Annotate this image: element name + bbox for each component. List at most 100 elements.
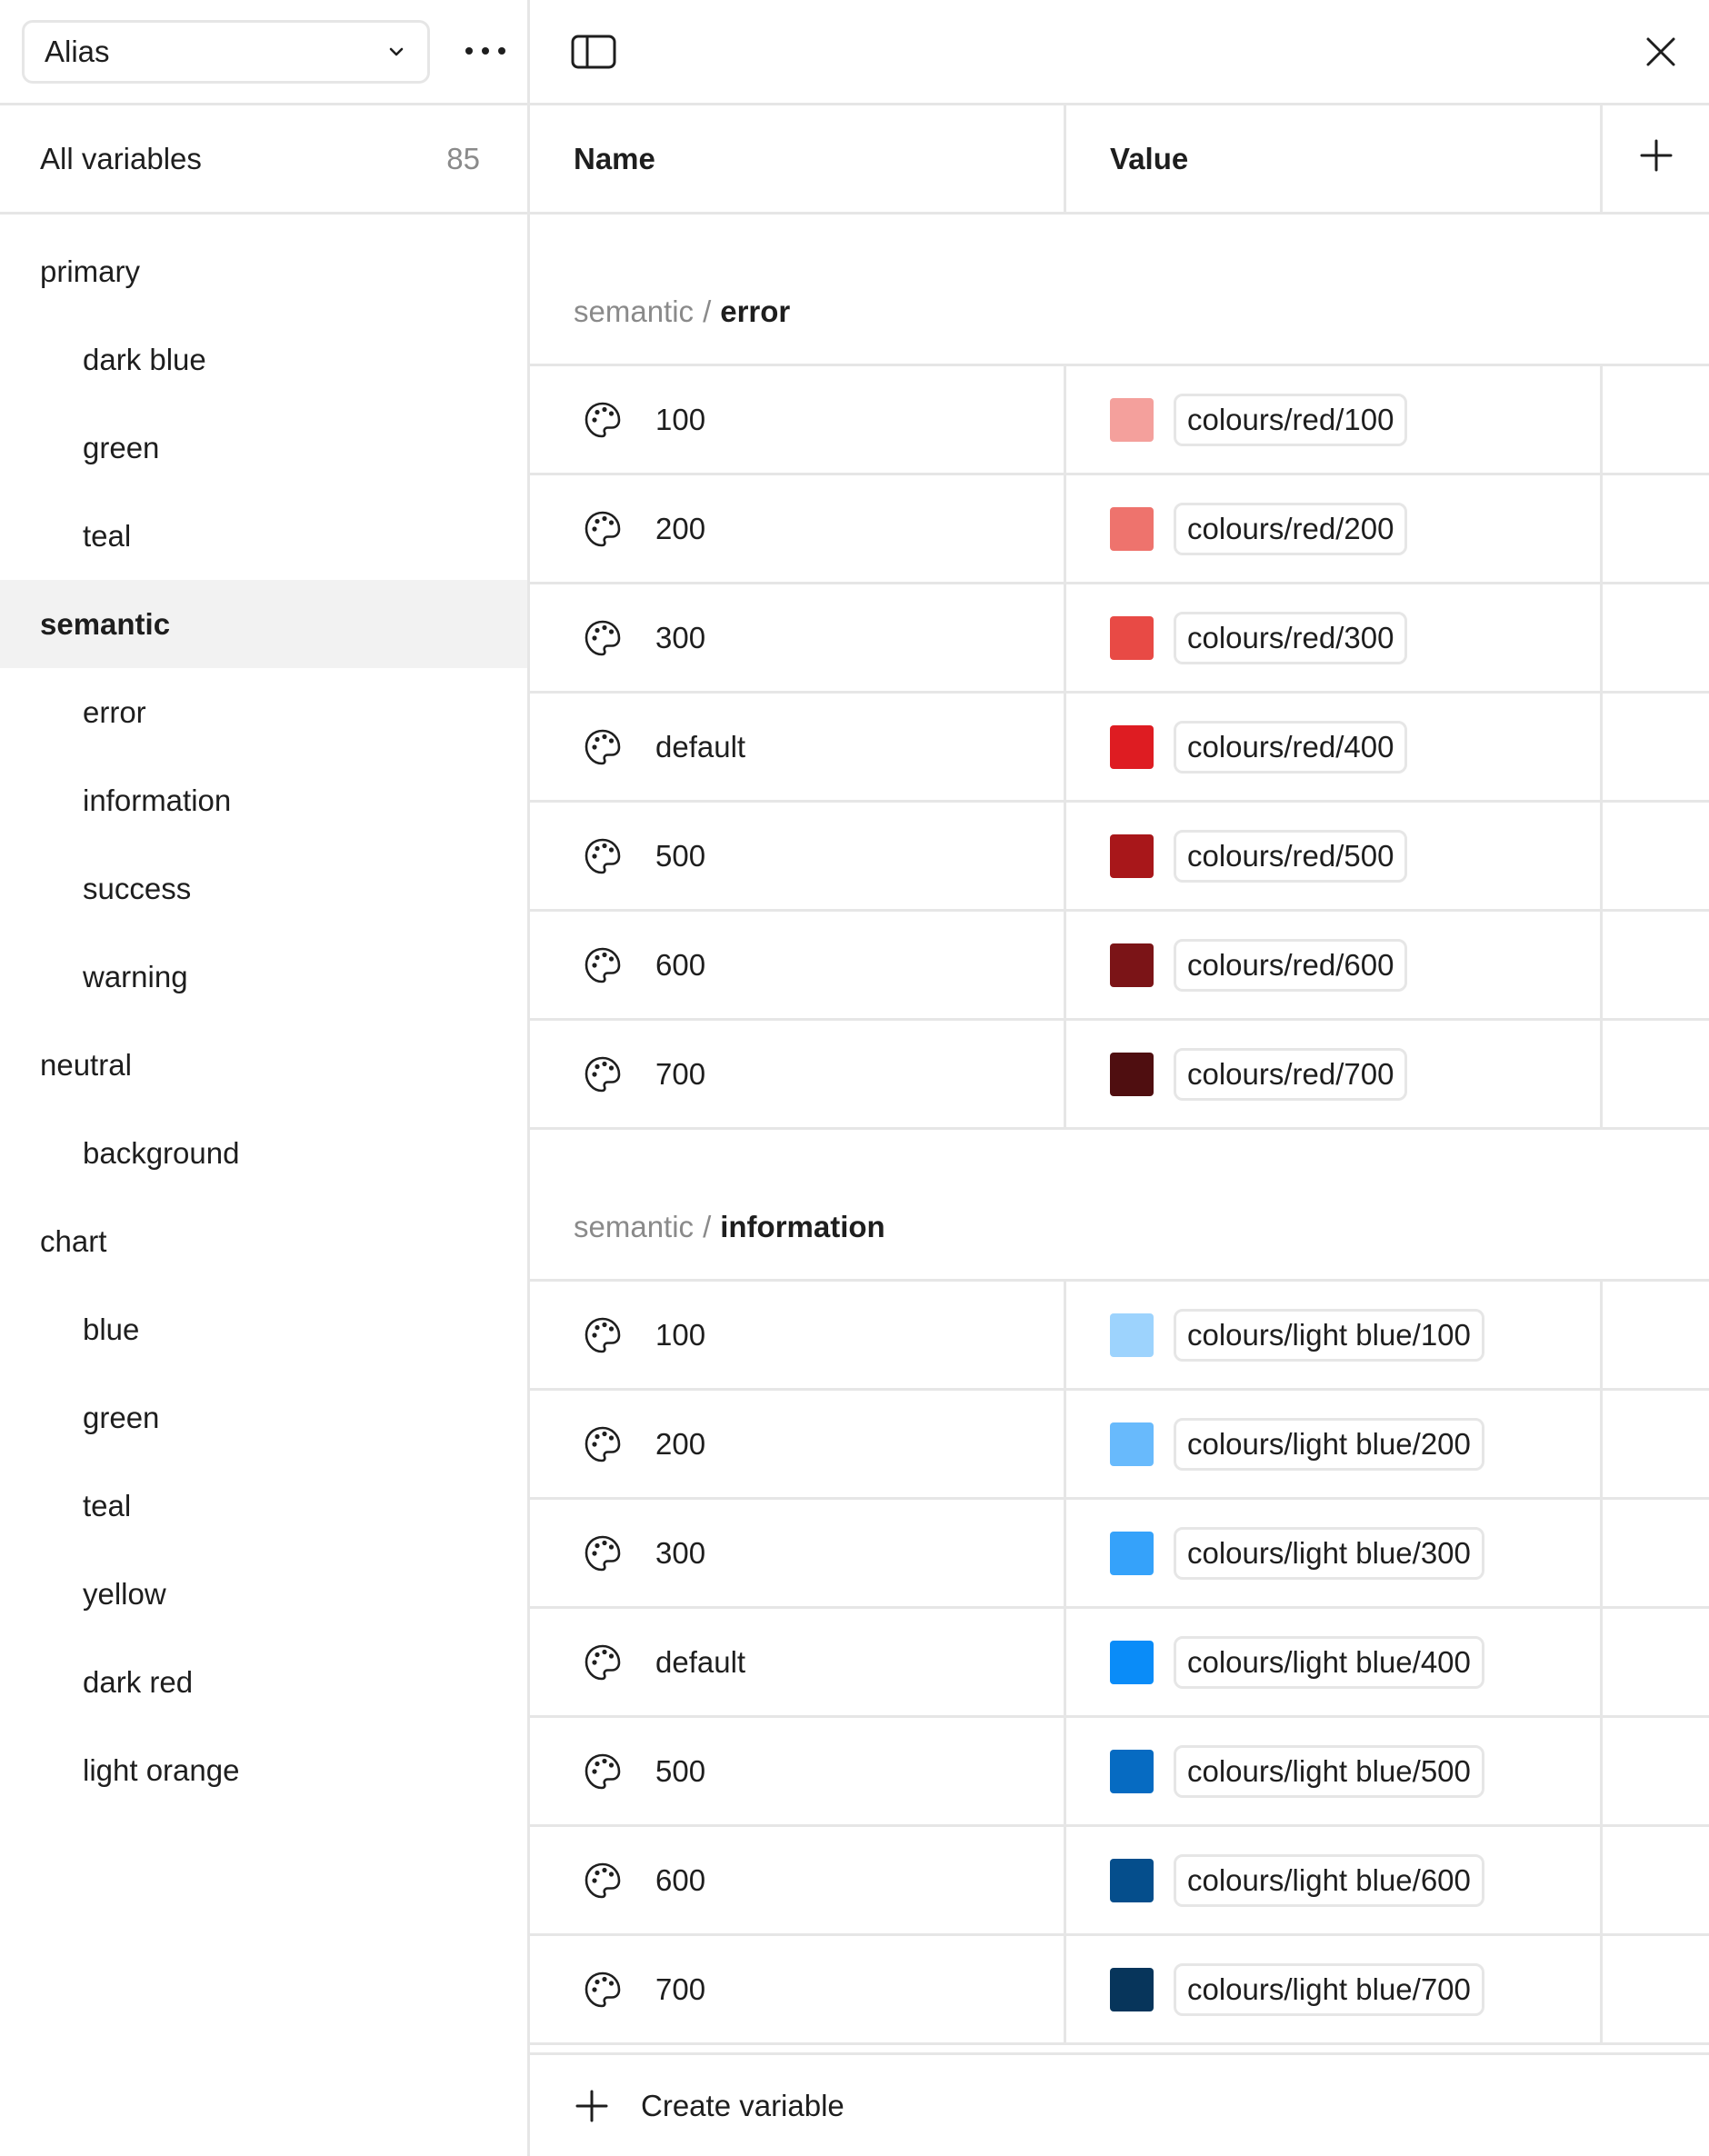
more-options-button[interactable]: [455, 29, 516, 76]
sidebar: Alias All variables 85 primary dark blue g…: [0, 0, 530, 2156]
table-row[interactable]: 500 colours/red/500: [530, 803, 1709, 912]
variable-name-cell[interactable]: 600: [530, 1827, 1066, 1933]
variable-value-cell[interactable]: colours/light blue/700: [1066, 1936, 1603, 2042]
sidebar-group-item[interactable]: semantic: [0, 580, 527, 668]
variable-name-cell[interactable]: 100: [530, 366, 1066, 473]
alias-pill[interactable]: colours/light blue/100: [1174, 1308, 1484, 1362]
color-swatch: [1110, 1749, 1154, 1793]
table-row[interactable]: 300 colours/red/300: [530, 584, 1709, 694]
table-row[interactable]: 500 colours/light blue/500: [530, 1718, 1709, 1827]
table-row[interactable]: 100 colours/red/100: [530, 366, 1709, 475]
color-swatch: [1110, 1640, 1154, 1684]
variable-value-cell[interactable]: colours/red/500: [1066, 803, 1603, 909]
sidebar-group-item[interactable]: background: [0, 1109, 527, 1197]
variable-name: 600: [655, 1862, 706, 1897]
alias-pill[interactable]: colours/light blue/300: [1174, 1526, 1484, 1580]
sidebar-group-item[interactable]: light orange: [0, 1726, 527, 1814]
variable-name-cell[interactable]: 200: [530, 475, 1066, 582]
variable-value-cell[interactable]: colours/red/400: [1066, 694, 1603, 800]
variable-value-cell[interactable]: colours/red/200: [1066, 475, 1603, 582]
variable-value-cell[interactable]: colours/red/300: [1066, 584, 1603, 691]
sidebar-group-item[interactable]: chart: [0, 1197, 527, 1285]
variable-name-cell[interactable]: 300: [530, 584, 1066, 691]
add-mode-button[interactable]: [1603, 105, 1709, 212]
sidebar-group-item[interactable]: error: [0, 668, 527, 756]
variable-name: 700: [655, 1971, 706, 2006]
close-button[interactable]: [1640, 31, 1682, 73]
sidebar-group-item[interactable]: dark blue: [0, 315, 527, 404]
variable-name-cell[interactable]: 500: [530, 803, 1066, 909]
all-variables-item[interactable]: All variables 85: [0, 105, 527, 215]
palette-icon: [583, 618, 623, 658]
variable-name-cell[interactable]: 700: [530, 1936, 1066, 2042]
variable-value-cell[interactable]: colours/red/100: [1066, 366, 1603, 473]
sidebar-group-item[interactable]: primary: [0, 227, 527, 315]
sidebar-group-item[interactable]: warning: [0, 933, 527, 1021]
sidebar-group-item[interactable]: dark red: [0, 1638, 527, 1726]
variable-name-cell[interactable]: default: [530, 694, 1066, 800]
alias-pill[interactable]: colours/red/400: [1174, 720, 1408, 774]
variable-name-cell[interactable]: default: [530, 1609, 1066, 1715]
variables-window: Alias All variables 85 primary dark blue g…: [0, 0, 1709, 2156]
table-row[interactable]: 700 colours/light blue/700: [530, 1936, 1709, 2045]
table-row[interactable]: default colours/red/400: [530, 694, 1709, 803]
sidebar-group-item[interactable]: success: [0, 844, 527, 933]
alias-pill[interactable]: colours/red/200: [1174, 502, 1408, 555]
palette-icon: [583, 836, 623, 876]
alias-pill[interactable]: colours/red/100: [1174, 393, 1408, 446]
variable-value-cell[interactable]: colours/light blue/100: [1066, 1282, 1603, 1388]
section-path: semantic: [574, 294, 695, 328]
variable-name-cell[interactable]: 600: [530, 912, 1066, 1018]
variable-value-cell[interactable]: colours/light blue/500: [1066, 1718, 1603, 1824]
variable-name-cell[interactable]: 300: [530, 1500, 1066, 1606]
create-variable-button[interactable]: Create variable: [530, 2052, 1709, 2156]
variable-name-cell[interactable]: 200: [530, 1391, 1066, 1497]
table-row[interactable]: default colours/light blue/400: [530, 1609, 1709, 1718]
create-variable-label: Create variable: [641, 2088, 845, 2122]
alias-pill[interactable]: colours/light blue/400: [1174, 1635, 1484, 1689]
mode-select[interactable]: Alias: [22, 20, 430, 84]
table-row[interactable]: 200 colours/light blue/200: [530, 1391, 1709, 1500]
all-variables-label: All variables: [40, 141, 202, 175]
alias-pill[interactable]: colours/red/300: [1174, 611, 1408, 664]
table-row[interactable]: 600 colours/red/600: [530, 912, 1709, 1021]
sidebar-group-item[interactable]: information: [0, 756, 527, 844]
section-path: semantic: [574, 1210, 695, 1243]
sidebar-group-item[interactable]: teal: [0, 1462, 527, 1550]
alias-pill[interactable]: colours/light blue/600: [1174, 1853, 1484, 1907]
more-horizontal-icon: [464, 45, 507, 61]
variable-value-cell[interactable]: colours/red/600: [1066, 912, 1603, 1018]
sidebar-group-item[interactable]: teal: [0, 492, 527, 580]
variable-value-cell[interactable]: colours/light blue/200: [1066, 1391, 1603, 1497]
alias-pill[interactable]: colours/light blue/500: [1174, 1744, 1484, 1798]
toggle-sidebar-button[interactable]: [570, 31, 617, 73]
alias-pill[interactable]: colours/light blue/700: [1174, 1962, 1484, 2016]
variable-name-cell[interactable]: 500: [530, 1718, 1066, 1824]
table-row[interactable]: 300 colours/light blue/300: [530, 1500, 1709, 1609]
sidebar-group-item[interactable]: yellow: [0, 1550, 527, 1638]
column-header-value[interactable]: Value: [1066, 105, 1603, 212]
variable-name-cell[interactable]: 700: [530, 1021, 1066, 1127]
table-row[interactable]: 100 colours/light blue/100: [530, 1282, 1709, 1391]
sidebar-group-item[interactable]: blue: [0, 1285, 527, 1373]
variable-value-cell[interactable]: colours/light blue/400: [1066, 1609, 1603, 1715]
color-swatch: [1110, 1052, 1154, 1096]
variable-value-cell[interactable]: colours/red/700: [1066, 1021, 1603, 1127]
variable-value-cell[interactable]: colours/light blue/600: [1066, 1827, 1603, 1933]
variable-value-cell[interactable]: colours/light blue/300: [1066, 1500, 1603, 1606]
alias-pill[interactable]: colours/red/500: [1174, 829, 1408, 883]
sidebar-group-item[interactable]: green: [0, 404, 527, 492]
table-row[interactable]: 200 colours/red/200: [530, 475, 1709, 584]
column-header-name[interactable]: Name: [530, 105, 1066, 212]
sidebar-group-item[interactable]: green: [0, 1373, 527, 1462]
sidebar-toggle-icon: [570, 35, 617, 76]
variable-name-cell[interactable]: 100: [530, 1282, 1066, 1388]
alias-pill[interactable]: colours/red/700: [1174, 1047, 1408, 1101]
alias-pill[interactable]: colours/light blue/200: [1174, 1417, 1484, 1471]
table-row[interactable]: 700 colours/red/700: [530, 1021, 1709, 1130]
alias-pill[interactable]: colours/red/600: [1174, 938, 1408, 992]
table-row[interactable]: 600 colours/light blue/600: [530, 1827, 1709, 1936]
sidebar-group-item[interactable]: neutral: [0, 1021, 527, 1109]
variable-name: 300: [655, 1535, 706, 1570]
color-swatch: [1110, 1422, 1154, 1466]
